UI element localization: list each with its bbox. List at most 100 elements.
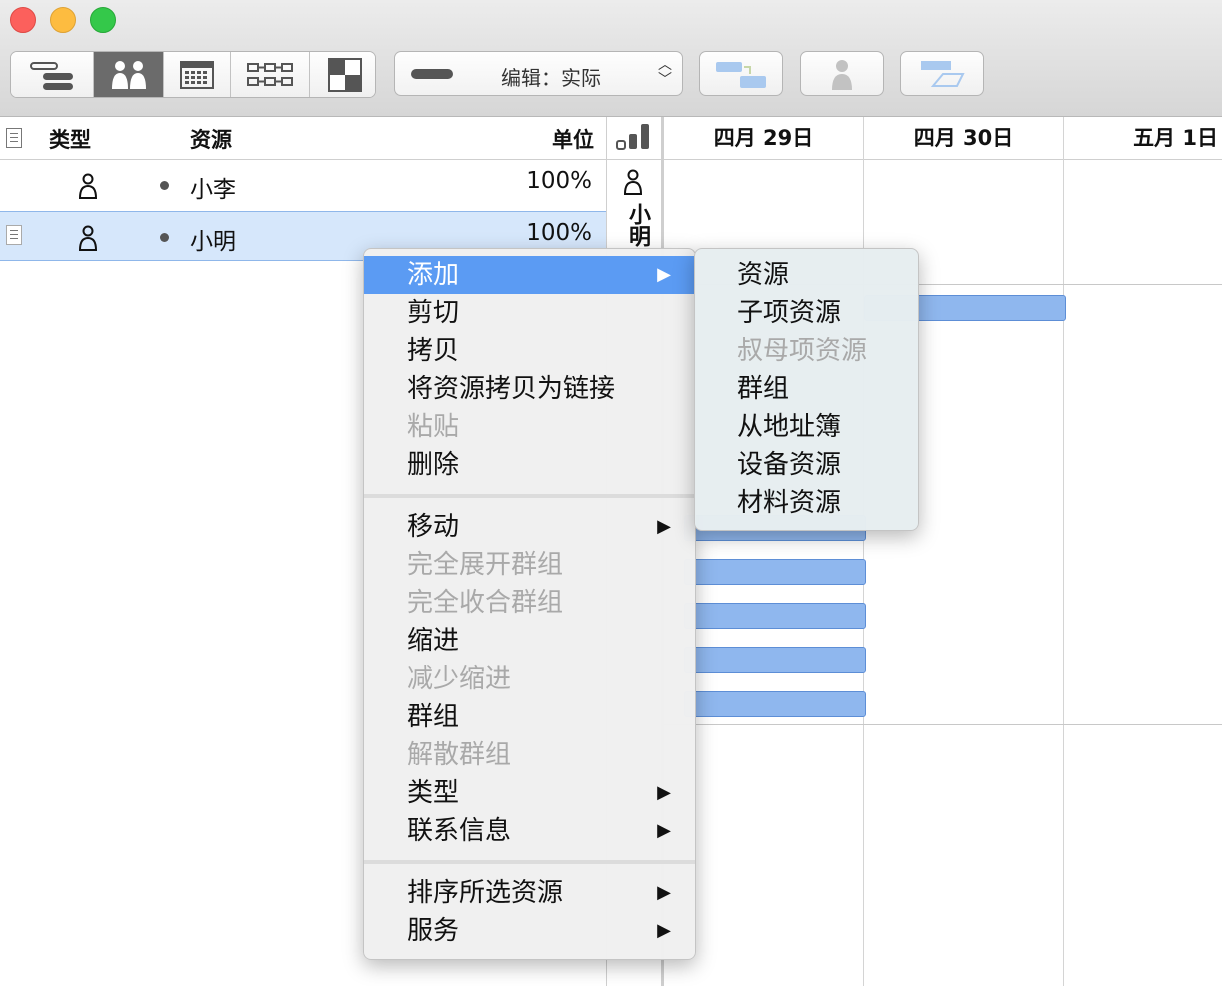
submenu-item-resource[interactable]: 资源: [695, 256, 918, 294]
person-icon: [78, 173, 98, 199]
submenu-arrow-icon: ▶: [657, 264, 671, 285]
resource-name[interactable]: 小李: [190, 170, 236, 204]
submenu-arrow-icon: ▶: [657, 920, 671, 941]
styles-view-button[interactable]: [310, 52, 375, 97]
menu-item-paste: 粘贴: [364, 408, 695, 446]
assign-resource-icon: [832, 59, 852, 90]
styles-view-icon: [327, 57, 362, 92]
gantt-row-divider: [664, 724, 1222, 725]
task-bar-icon: [921, 60, 965, 87]
connect-tasks-icon: [716, 61, 766, 88]
note-column-icon: [6, 128, 22, 148]
menu-item-label: 完全展开群组: [407, 550, 564, 580]
gantt-date-header: 四月 30日: [864, 117, 1063, 160]
menu-item-outdent: 减少缩进: [364, 660, 695, 698]
menu-item-add[interactable]: 添加 ▶: [364, 256, 695, 294]
row-bullet: [160, 181, 169, 190]
menu-item-sort-selected[interactable]: 排序所选资源 ▶: [364, 874, 695, 912]
menu-item-label: 减少缩进: [407, 664, 512, 694]
menu-item-label: 叔母项资源: [737, 336, 868, 366]
column-header-units[interactable]: 单位: [552, 124, 594, 154]
network-view-icon: [247, 62, 293, 86]
menu-separator: [364, 494, 695, 498]
gantt-outline-view-button[interactable]: [11, 52, 94, 97]
baseline-pill-icon: [411, 69, 453, 79]
column-header-type[interactable]: 类型: [49, 124, 91, 154]
add-submenu: 资源 子项资源 叔母项资源 群组 从地址簿 设备资源 材料资源: [694, 248, 919, 531]
menu-item-label: 类型: [407, 778, 460, 808]
gantt-date-header: 四月 29日: [664, 117, 863, 160]
divider-resource-label: 小明: [625, 203, 650, 247]
menu-item-label: 将资源拷贝为链接: [407, 374, 616, 404]
menu-item-contact-info[interactable]: 联系信息 ▶: [364, 812, 695, 850]
gantt-date-header: 五月 1日: [1064, 117, 1222, 160]
menu-item-label: 添加: [407, 260, 460, 290]
submenu-item-material-resource[interactable]: 材料资源: [695, 484, 918, 522]
view-mode-segmented-control: [10, 51, 376, 98]
menu-item-label: 服务: [407, 916, 460, 946]
note-icon[interactable]: [6, 225, 22, 245]
menu-item-expand-all: 完全展开群组: [364, 546, 695, 584]
menu-item-label: 从地址簿: [737, 412, 842, 442]
calendar-view-button[interactable]: [164, 52, 231, 97]
connect-tasks-button[interactable]: [699, 51, 783, 96]
submenu-arrow-icon: ▶: [657, 516, 671, 537]
task-bar-style-button[interactable]: [900, 51, 984, 96]
menu-separator: [364, 860, 695, 864]
edit-mode-popup[interactable]: 编辑：实际 ︿ ﹀: [394, 51, 683, 96]
column-header-resource[interactable]: 资源: [190, 124, 232, 154]
submenu-item-sibling-resource: 叔母项资源: [695, 332, 918, 370]
resource-name[interactable]: 小明: [190, 222, 236, 256]
menu-item-cut[interactable]: 剪切: [364, 294, 695, 332]
submenu-arrow-icon: ▶: [657, 782, 671, 803]
submenu-item-group[interactable]: 群组: [695, 370, 918, 408]
gantt-day-column: 五月 1日: [1064, 117, 1222, 986]
row-bullet: [160, 233, 169, 242]
edit-mode-label: 编辑：实际: [501, 66, 601, 90]
resources-view-button[interactable]: [94, 52, 164, 97]
submenu-item-equipment-resource[interactable]: 设备资源: [695, 446, 918, 484]
resource-level-icon[interactable]: [615, 121, 655, 151]
window-toolbar: 编辑：实际 ︿ ﹀: [0, 0, 1222, 117]
menu-item-services[interactable]: 服务 ▶: [364, 912, 695, 950]
menu-item-label: 完全收合群组: [407, 588, 564, 618]
menu-item-move[interactable]: 移动 ▶: [364, 508, 695, 546]
submenu-item-from-address-book[interactable]: 从地址簿: [695, 408, 918, 446]
menu-item-delete[interactable]: 删除: [364, 446, 695, 484]
resource-units[interactable]: 100%: [526, 220, 592, 246]
menu-item-copy[interactable]: 拷贝: [364, 332, 695, 370]
menu-item-label: 设备资源: [737, 450, 842, 480]
resource-row[interactable]: 小李 100%: [0, 160, 606, 210]
close-window-button[interactable]: [10, 7, 36, 33]
assignment-bar[interactable]: [684, 559, 866, 585]
zoom-window-button[interactable]: [90, 7, 116, 33]
menu-item-label: 拷贝: [407, 336, 460, 366]
assignment-bar[interactable]: [684, 603, 866, 629]
assign-resource-button[interactable]: [800, 51, 884, 96]
resources-view-icon: [111, 60, 146, 89]
network-view-button[interactable]: [231, 52, 310, 97]
context-menu: 添加 ▶ 剪切 拷贝 将资源拷贝为链接 粘贴 删除 移动 ▶ 完全展开群组 完全收合…: [363, 248, 696, 960]
submenu-arrow-icon: ▶: [657, 820, 671, 841]
menu-item-group[interactable]: 群组: [364, 698, 695, 736]
chevron-updown-icon: ︿ ﹀: [658, 57, 672, 88]
assignment-bar[interactable]: [684, 647, 866, 673]
menu-item-copy-as-link[interactable]: 将资源拷贝为链接: [364, 370, 695, 408]
menu-item-label: 联系信息: [407, 816, 512, 846]
outline-header: 类型 资源 单位: [0, 117, 606, 160]
menu-item-collapse-all: 完全收合群组: [364, 584, 695, 622]
menu-item-label: 群组: [737, 374, 790, 404]
menu-item-label: 资源: [737, 260, 790, 290]
menu-item-label: 材料资源: [737, 488, 842, 518]
menu-item-label: 剪切: [407, 298, 460, 328]
menu-item-indent[interactable]: 缩进: [364, 622, 695, 660]
submenu-item-child-resource[interactable]: 子项资源: [695, 294, 918, 332]
resource-units[interactable]: 100%: [526, 168, 592, 194]
menu-item-label: 排序所选资源: [407, 878, 564, 908]
menu-item-label: 解散群组: [407, 740, 512, 770]
menu-item-label: 移动: [407, 512, 460, 542]
menu-item-type[interactable]: 类型 ▶: [364, 774, 695, 812]
menu-item-label: 粘贴: [407, 412, 460, 442]
minimize-window-button[interactable]: [50, 7, 76, 33]
assignment-bar[interactable]: [684, 691, 866, 717]
